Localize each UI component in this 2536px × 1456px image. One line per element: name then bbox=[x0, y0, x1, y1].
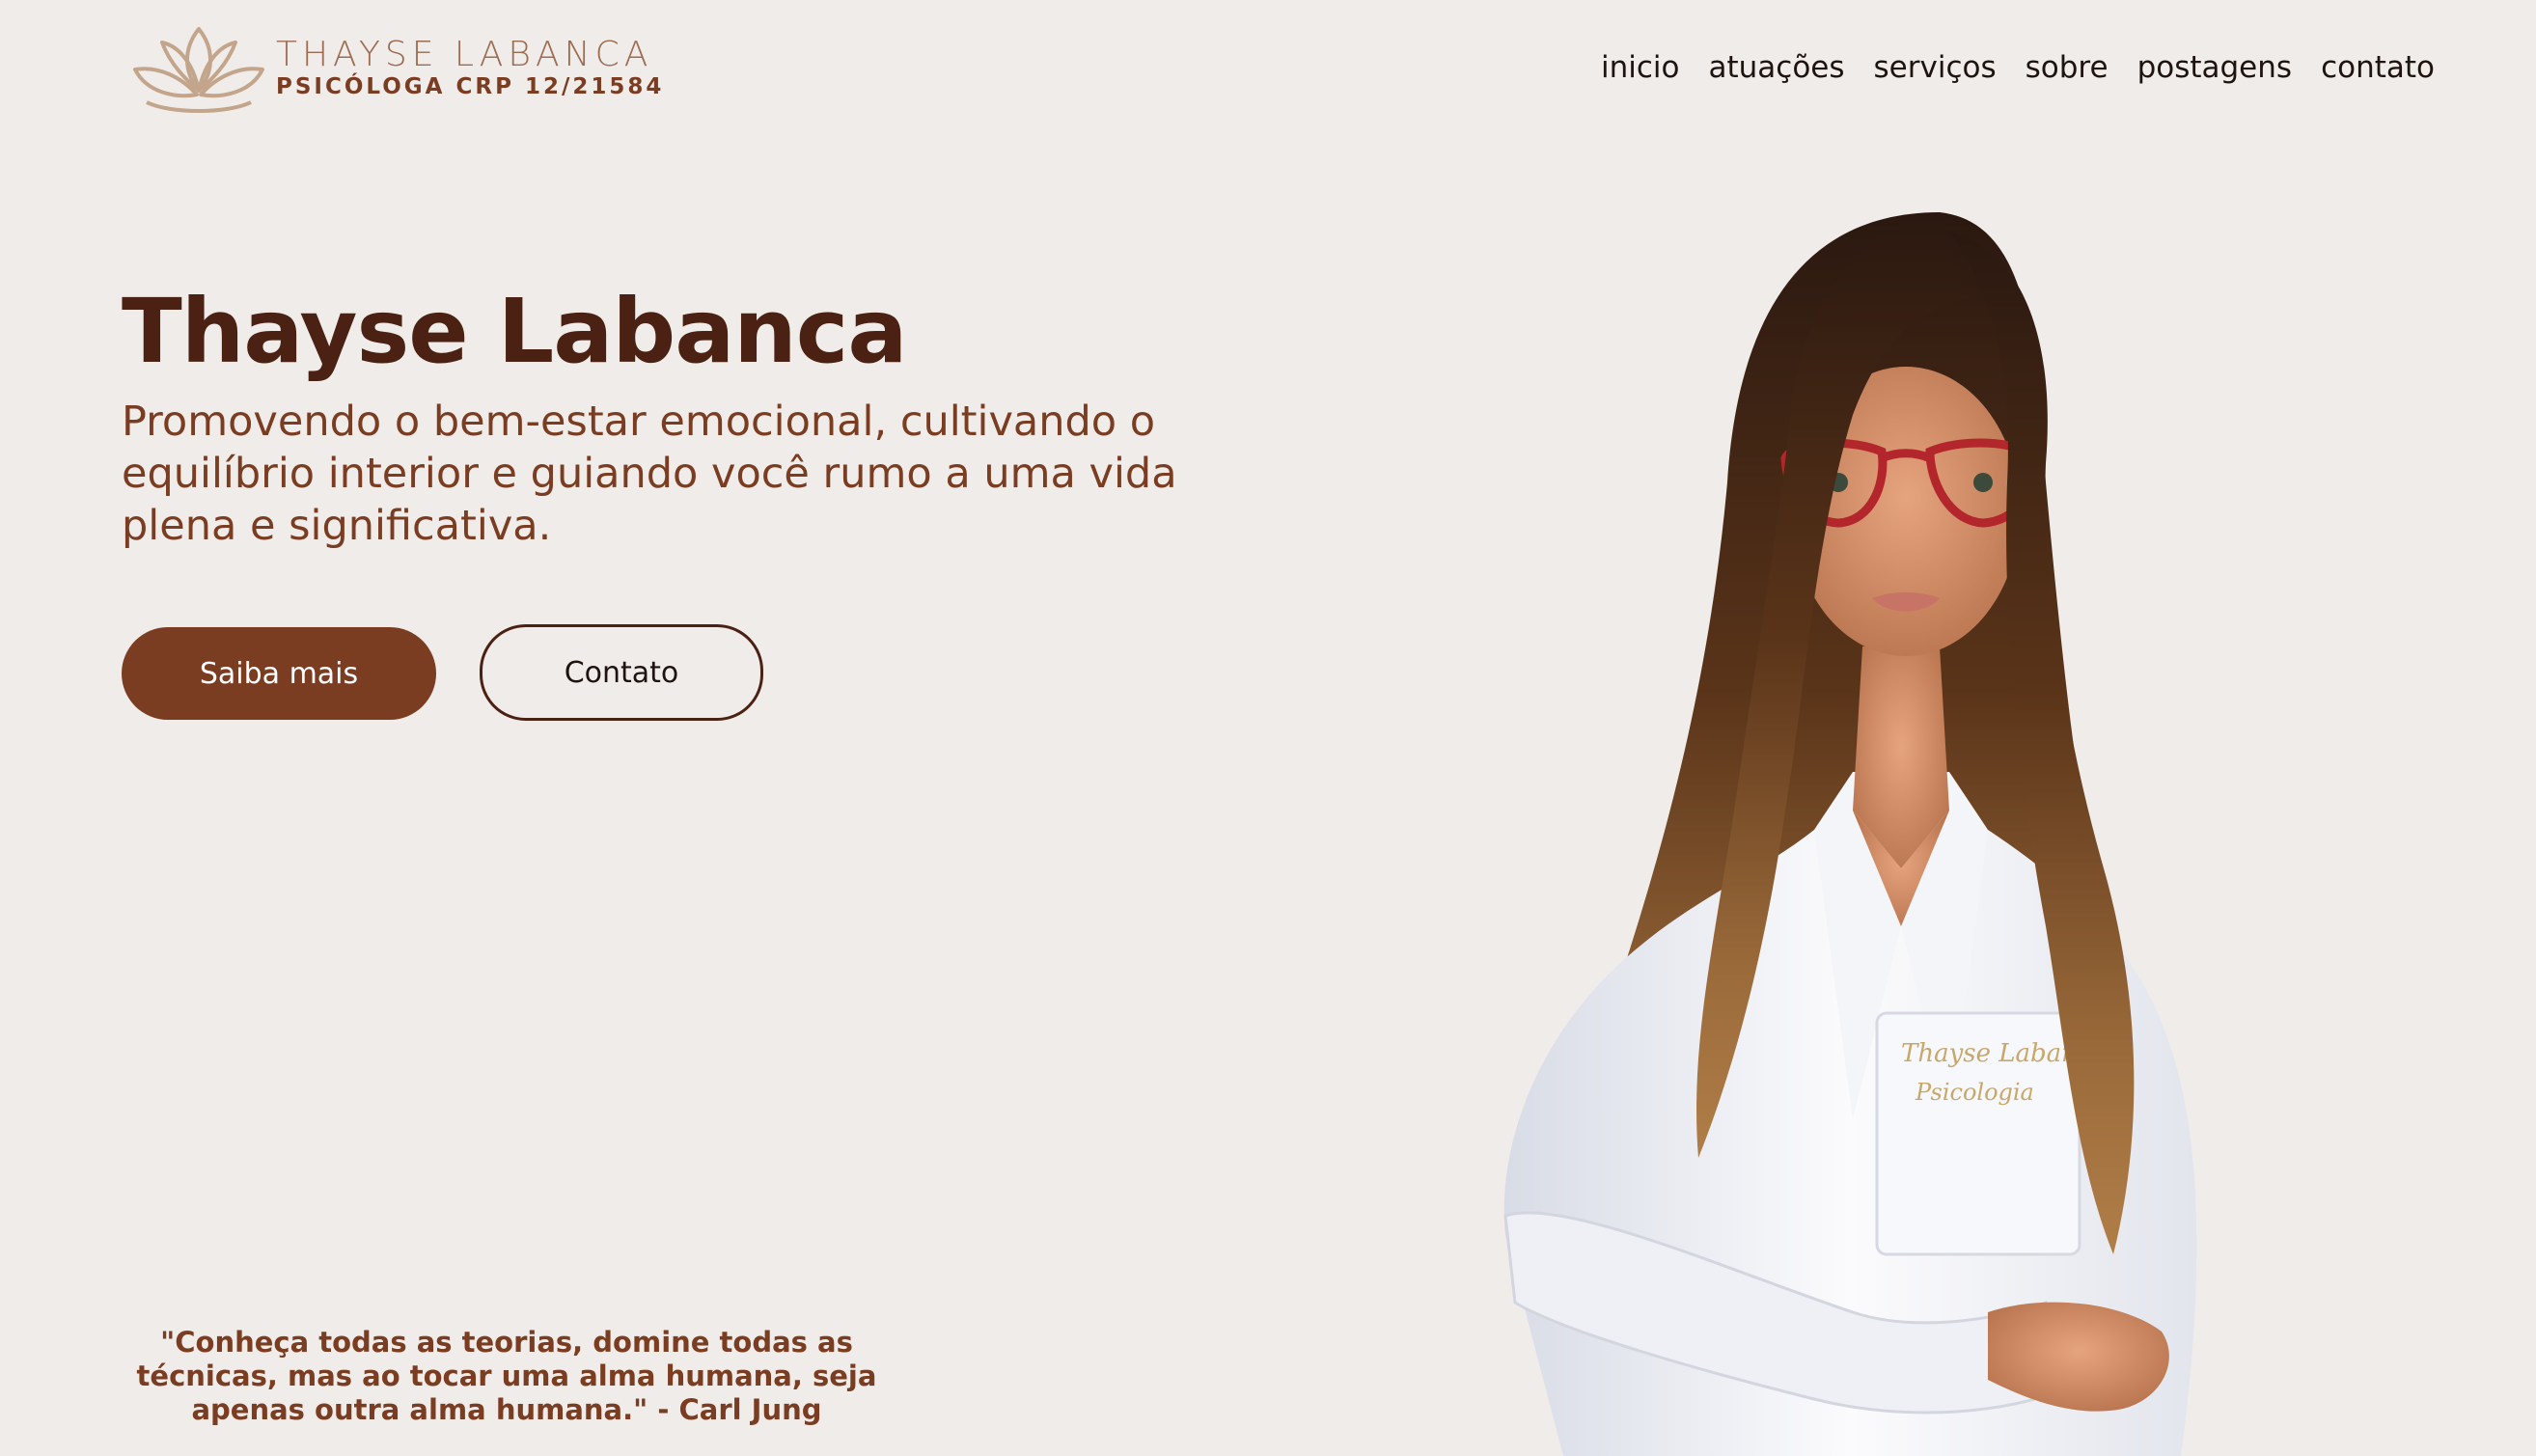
contato-button[interactable]: Contato bbox=[480, 624, 763, 721]
portrait-photo: Thayse Labanca Psicologia bbox=[1503, 212, 2197, 1456]
nav-item-contato[interactable]: contato bbox=[2321, 48, 2435, 87]
landing-page: THAYSE LABANCA PSICÓLOGA CRP 12/21584 in… bbox=[0, 0, 2536, 1456]
brand-name: THAYSE LABANCA bbox=[276, 35, 653, 74]
carl-jung-quote: "Conheça todas as teorias, domine todas … bbox=[136, 1326, 877, 1426]
nav-item-atuacoes[interactable]: atuações bbox=[1709, 48, 1845, 87]
nav-item-inicio[interactable]: inicio bbox=[1601, 48, 1680, 87]
nav-item-sobre[interactable]: sobre bbox=[2026, 48, 2109, 87]
brand-crp: PSICÓLOGA CRP 12/21584 bbox=[276, 74, 665, 99]
coat-embroidery-title: Psicologia bbox=[1915, 1079, 2034, 1106]
hero-subtitle: Promovendo o bem-estar emocional, cultiv… bbox=[122, 398, 1177, 550]
hero-title: Thayse Labanca bbox=[122, 280, 907, 383]
brand-logo[interactable]: THAYSE LABANCA PSICÓLOGA CRP 12/21584 bbox=[127, 21, 664, 114]
main-nav: inicio atuações serviços sobre postagens… bbox=[1601, 48, 2435, 87]
nav-item-postagens[interactable]: postagens bbox=[2137, 48, 2293, 87]
nav-item-servicos[interactable]: serviços bbox=[1874, 48, 1997, 87]
lotus-icon bbox=[133, 27, 264, 113]
saiba-mais-button[interactable]: Saiba mais bbox=[122, 627, 436, 720]
